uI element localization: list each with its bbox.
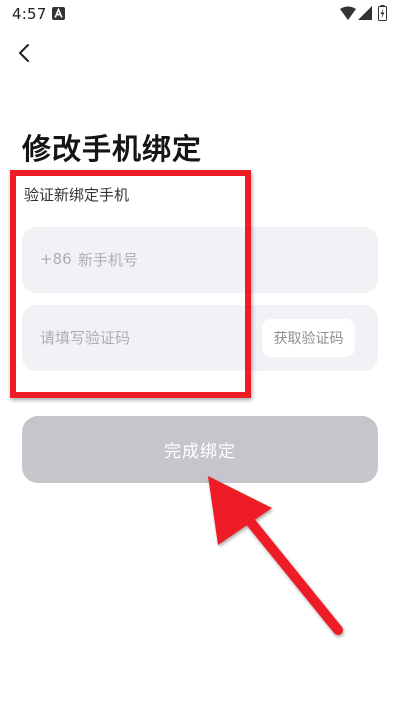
section-label: 验证新绑定手机 xyxy=(24,186,130,204)
phone-field[interactable]: +86 xyxy=(22,227,378,293)
battery-charging-icon xyxy=(378,5,387,21)
chevron-left-icon xyxy=(19,44,29,62)
a-letter-icon xyxy=(52,7,65,20)
country-code[interactable]: +86 xyxy=(40,250,72,268)
page-title: 修改手机绑定 xyxy=(22,132,203,166)
get-code-button[interactable]: 获取验证码 xyxy=(262,319,355,357)
status-bar: 4:57 xyxy=(0,0,400,28)
status-time: 4:57 xyxy=(12,5,47,23)
wifi-icon xyxy=(340,6,356,20)
phone-input[interactable] xyxy=(78,241,358,279)
verification-code-field[interactable]: 获取验证码 xyxy=(22,305,378,371)
signal-icon xyxy=(358,6,372,20)
verification-code-input[interactable] xyxy=(40,319,250,357)
complete-binding-button[interactable]: 完成绑定 xyxy=(22,416,378,483)
back-button[interactable] xyxy=(10,38,38,68)
